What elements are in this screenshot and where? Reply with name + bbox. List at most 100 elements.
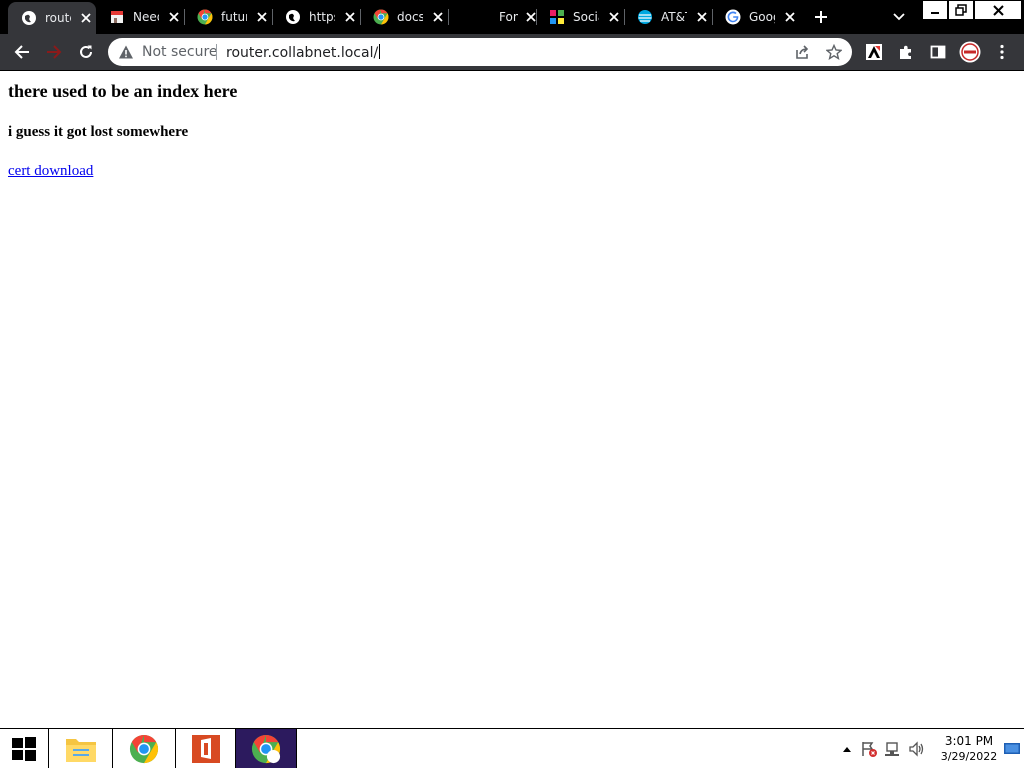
extension-button[interactable]: [862, 40, 886, 64]
taskbar-chrome[interactable]: [113, 729, 176, 768]
adobe-extension-icon: [866, 44, 882, 60]
close-icon: [992, 4, 1004, 16]
chrome-profile-icon: [251, 734, 281, 763]
tab-close-icon[interactable]: [167, 10, 181, 24]
social-icon: [549, 9, 565, 25]
tab-docs[interactable]: docs: [360, 0, 448, 34]
reload-button[interactable]: [74, 40, 98, 64]
tab-title: docs: [397, 10, 423, 24]
page-subheading: i guess it got lost somewhere: [8, 124, 189, 140]
star-icon[interactable]: [825, 43, 843, 60]
windows-logo-icon: [12, 736, 36, 761]
globe-icon: [285, 9, 301, 25]
folder-icon: [65, 738, 96, 762]
office-icon: [191, 734, 220, 763]
flag-error-icon: [862, 742, 877, 757]
back-button[interactable]: [10, 40, 34, 64]
tab-router[interactable]: router.collabnet.local: [8, 2, 96, 34]
tab-close-icon[interactable]: [79, 11, 93, 25]
tab-close-icon[interactable]: [607, 10, 621, 24]
tab-close-icon[interactable]: [526, 10, 536, 24]
security-status-label[interactable]: Not secure: [142, 44, 218, 60]
text-caret: [379, 44, 381, 59]
tab-title: AT&T: [661, 10, 687, 24]
cert-download-link[interactable]: cert download: [8, 163, 93, 180]
show-hidden-icons-button[interactable]: [838, 740, 856, 758]
web-page: there used to be an index here i guess i…: [0, 71, 1024, 728]
page-heading: there used to be an index here: [8, 81, 238, 101]
minimize-icon: [931, 12, 939, 14]
browser-toolbar: Not secure router.collabnet.local/: [0, 34, 1024, 70]
tab-title: future: [221, 10, 247, 24]
chevron-down-icon: [893, 13, 905, 21]
clock-time: 3:01 PM: [944, 734, 994, 748]
clock-date: 3/29/2022: [940, 750, 998, 763]
tab-close-icon[interactable]: [783, 10, 797, 24]
monitor-icon: [1004, 743, 1020, 754]
puzzle-icon: [900, 45, 911, 59]
tab-title: Need: [133, 10, 159, 24]
action-center-tray-icon[interactable]: [860, 740, 878, 758]
tab-close-icon[interactable]: [695, 10, 709, 24]
side-panel-button[interactable]: [926, 40, 950, 64]
tab-future[interactable]: future: [184, 0, 272, 34]
tab-social[interactable]: Social: [536, 0, 624, 34]
restore-icon: [955, 4, 967, 16]
tab-title: https: [309, 10, 335, 24]
arrow-right-icon: [47, 45, 62, 59]
tab-title: Fonts: [499, 10, 518, 24]
network-icon: [885, 742, 899, 756]
minimize-button[interactable]: [922, 0, 948, 20]
tab-https[interactable]: https: [272, 0, 360, 34]
reload-icon: [80, 45, 92, 58]
tab-strip: router.collabnet.local Need future https: [0, 0, 1024, 34]
forward-button[interactable]: [42, 40, 66, 64]
tab-title: Google: [749, 10, 775, 24]
globe-icon: [21, 10, 37, 26]
chrome-logo-icon: [197, 9, 213, 25]
att-icon: [637, 9, 653, 25]
avatar: [959, 41, 981, 63]
taskbar-file-explorer[interactable]: [49, 729, 113, 768]
new-tab-button[interactable]: [811, 7, 831, 27]
tab-att[interactable]: AT&T: [624, 0, 712, 34]
tab-close-icon[interactable]: [431, 10, 445, 24]
close-window-button[interactable]: [974, 0, 1022, 20]
network-tray-icon[interactable]: [884, 740, 902, 758]
warning-icon[interactable]: [118, 44, 134, 60]
url-value[interactable]: router.collabnet.local/: [226, 45, 378, 61]
chrome-logo-icon: [373, 9, 389, 25]
tab-search-button[interactable]: [889, 8, 909, 26]
volume-tray-icon[interactable]: [908, 740, 926, 758]
taskbar-chrome-active[interactable]: [236, 729, 297, 768]
tab-fonts[interactable]: Fonts: [448, 0, 536, 34]
side-panel-icon: [930, 45, 946, 59]
tab-google[interactable]: Google: [712, 0, 800, 34]
system-clock[interactable]: 3:01 PM 3/29/2022: [936, 733, 1002, 765]
address-divider: [216, 44, 217, 60]
taskbar-office[interactable]: [176, 729, 236, 768]
blank-page-icon: [461, 9, 477, 25]
chrome-logo-icon: [129, 734, 159, 763]
url-text[interactable]: router.collabnet.local/: [226, 44, 381, 61]
tab-close-icon[interactable]: [343, 10, 357, 24]
address-bar[interactable]: Not secure router.collabnet.local/: [108, 38, 852, 66]
profile-button[interactable]: [958, 40, 982, 64]
tab-close-icon[interactable]: [255, 10, 269, 24]
tab-title: Social: [573, 10, 599, 24]
plus-icon: [815, 11, 827, 23]
restore-button[interactable]: [948, 0, 974, 20]
menu-button[interactable]: [990, 40, 1014, 64]
kebab-menu-icon: [1000, 44, 1004, 60]
notifications-tray-icon[interactable]: [1003, 740, 1021, 758]
share-icon[interactable]: [794, 44, 810, 60]
tab-need[interactable]: Need: [96, 0, 184, 34]
google-icon: [725, 9, 741, 25]
tab-title: router.collabnet.local: [45, 11, 71, 25]
taskbar: 3:01 PM 3/29/2022: [0, 728, 1024, 768]
chevron-up-icon: [843, 747, 851, 752]
shop-icon: [109, 9, 125, 25]
arrow-left-icon: [14, 45, 29, 59]
extensions-menu-button[interactable]: [894, 40, 918, 64]
start-button[interactable]: [0, 729, 49, 768]
